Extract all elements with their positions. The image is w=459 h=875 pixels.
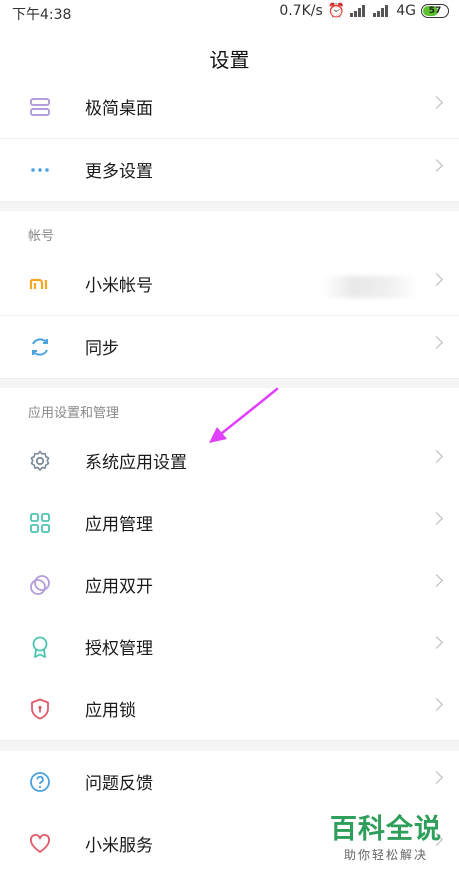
alarm-icon: ⏰ (327, 3, 346, 19)
chevron-right-icon (430, 336, 443, 349)
chevron-right-icon (430, 771, 443, 784)
gear-icon (30, 450, 50, 471)
blurred-account-id (322, 276, 418, 298)
list-item-more-settings[interactable]: 更多设置 (0, 139, 459, 202)
list-item-app-lock[interactable]: 应用锁 (0, 678, 459, 741)
item-label: 更多设置 (85, 162, 153, 182)
chevron-right-icon (430, 512, 443, 525)
chevron-right-icon (430, 159, 443, 172)
section-header-account: 帐号 (0, 211, 459, 254)
grid-icon (30, 513, 50, 533)
item-label: 系统应用设置 (85, 453, 187, 473)
list-item-minimal-desktop[interactable]: 极简桌面 (0, 76, 459, 139)
item-label: 问题反馈 (85, 774, 153, 794)
heart-icon (30, 834, 50, 853)
watermark-subtitle: 助你轻松解决 (343, 848, 428, 862)
battery-level: 57 (428, 6, 442, 16)
section-title: 应用设置和管理 (28, 406, 120, 421)
status-bar: 下午4:38 0.7K/s ⏰ 4G 57 (0, 0, 459, 26)
watermark-logo: 百科全说 助你轻松解决 (327, 807, 445, 863)
chevron-right-icon (430, 636, 443, 649)
list-item-app-management[interactable]: 应用管理 (0, 492, 459, 555)
item-label: 应用锁 (85, 701, 136, 721)
mi-logo-icon (29, 278, 48, 289)
section-divider (0, 202, 459, 211)
battery-icon: 57 (421, 4, 449, 18)
chevron-right-icon (430, 450, 443, 463)
item-label: 应用管理 (85, 515, 153, 535)
watermark-title: 百科全说 (330, 814, 442, 845)
list-item-permissions[interactable]: 授权管理 (0, 616, 459, 679)
sync-icon (32, 338, 48, 356)
chevron-right-icon (430, 574, 443, 587)
list-item-sync[interactable]: 同步 (0, 316, 459, 379)
network-type: 4G (396, 3, 416, 19)
section-title: 帐号 (28, 229, 55, 244)
list-item-feedback[interactable]: 问题反馈 (0, 751, 459, 814)
list-item-dual-apps[interactable]: 应用双开 (0, 554, 459, 617)
item-label: 同步 (85, 339, 119, 359)
annotation-arrow-icon (209, 387, 279, 443)
item-label: 应用双开 (85, 577, 153, 597)
signal-icon (350, 5, 368, 17)
question-icon (30, 772, 50, 792)
shield-icon (31, 698, 49, 720)
chevron-right-icon (430, 698, 443, 711)
item-label: 极简桌面 (85, 99, 153, 119)
minimal-desktop-icon (30, 98, 50, 116)
status-time: 下午4:38 (12, 7, 72, 23)
item-label: 小米帐号 (85, 276, 153, 296)
chevron-right-icon (430, 96, 443, 109)
chevron-right-icon (430, 273, 443, 286)
status-right: 0.7K/s ⏰ 4G 57 (279, 3, 449, 19)
badge-icon (32, 636, 48, 658)
network-speed: 0.7K/s (279, 3, 323, 19)
dual-circle-icon (30, 575, 50, 595)
more-dots-icon (31, 168, 49, 172)
item-label: 授权管理 (85, 639, 153, 659)
section-divider (0, 741, 459, 751)
item-label: 小米服务 (85, 836, 153, 856)
signal-icon (373, 5, 391, 17)
